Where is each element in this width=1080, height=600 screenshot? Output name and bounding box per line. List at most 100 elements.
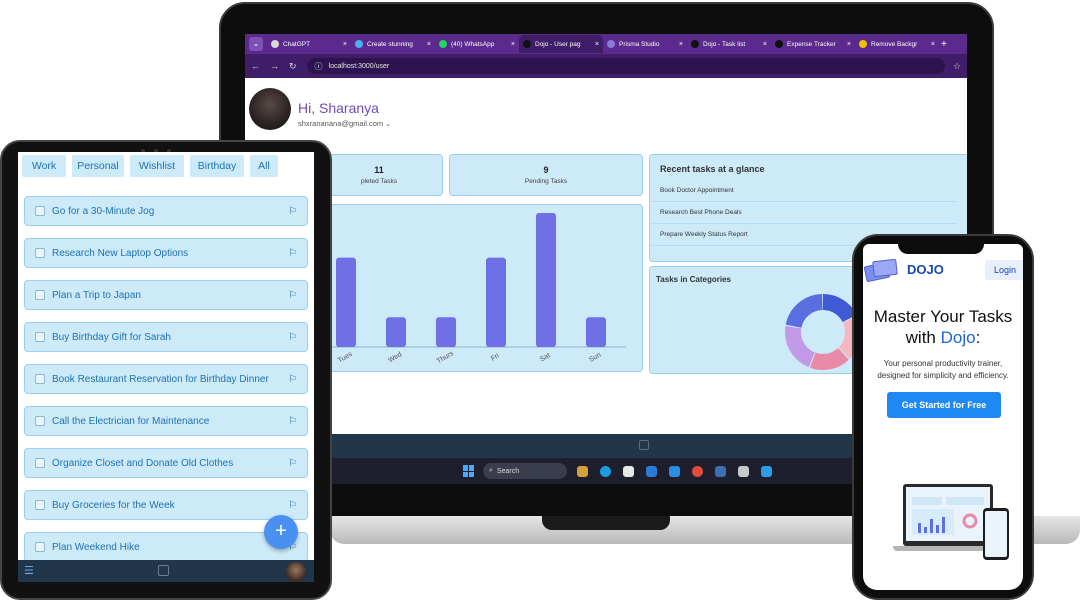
flag-icon[interactable]: ⚐ bbox=[288, 500, 297, 511]
flag-icon[interactable]: ⚐ bbox=[288, 332, 297, 343]
x-tick-label: Sat bbox=[539, 352, 552, 363]
chip-personal[interactable]: Personal bbox=[72, 155, 124, 177]
postgres-icon[interactable] bbox=[715, 465, 726, 477]
store-icon[interactable] bbox=[623, 465, 634, 477]
task-row[interactable]: Research New Laptop Options ⚐ bbox=[24, 238, 308, 268]
chart-bar bbox=[436, 317, 456, 347]
tab-close-icon[interactable]: × bbox=[847, 41, 851, 48]
profile-avatar[interactable] bbox=[249, 88, 291, 130]
vscode-icon[interactable] bbox=[669, 465, 680, 477]
user-email[interactable]: shxrananana@gmail.com ⌄ bbox=[298, 119, 391, 128]
task-checkbox[interactable] bbox=[35, 332, 45, 342]
tab-search-menu-icon[interactable]: ⌄ bbox=[249, 37, 263, 51]
flag-icon[interactable]: ⚐ bbox=[288, 290, 297, 301]
chart-bar bbox=[586, 317, 606, 347]
tab-label: Dojo - User pag bbox=[535, 40, 581, 48]
browser-tab[interactable]: Remove Backgr × bbox=[855, 35, 939, 53]
tab-close-icon[interactable]: × bbox=[343, 41, 347, 48]
weekly-chart-card: Tues Wed Thurs Fri Sat Sun bbox=[315, 204, 643, 372]
completed-count: 11 bbox=[374, 165, 384, 175]
task-checkbox[interactable] bbox=[35, 416, 45, 426]
tab-close-icon[interactable]: × bbox=[511, 41, 515, 48]
tab-close-icon[interactable]: × bbox=[595, 41, 599, 48]
edit-icon[interactable] bbox=[158, 565, 169, 576]
recent-task-item[interactable]: Research Best Phone Deals bbox=[650, 202, 956, 224]
tab-close-icon[interactable]: × bbox=[931, 41, 935, 48]
browser-tab[interactable]: Create stunning × bbox=[351, 35, 435, 53]
chart-bar bbox=[336, 257, 356, 347]
task-row[interactable]: Buy Birthday Gift for Sarah ⚐ bbox=[24, 322, 308, 352]
site-info-icon[interactable]: ⓘ bbox=[315, 61, 323, 72]
chip-all[interactable]: All bbox=[250, 155, 278, 177]
task-row[interactable]: Go for a 30-Minute Jog ⚐ bbox=[24, 196, 308, 226]
flag-icon[interactable]: ⚐ bbox=[288, 374, 297, 385]
tab-close-icon[interactable]: × bbox=[763, 41, 767, 48]
document-icon[interactable] bbox=[738, 465, 749, 477]
task-checkbox[interactable] bbox=[35, 290, 45, 300]
flag-icon[interactable]: ⚐ bbox=[288, 248, 297, 259]
url-field[interactable]: ⓘ localhost:3000/user bbox=[306, 58, 945, 74]
reload-icon[interactable]: ↻ bbox=[289, 61, 297, 72]
headline-brand: Dojo bbox=[940, 328, 976, 347]
task-checkbox[interactable] bbox=[35, 500, 45, 510]
taskbar-search[interactable]: ⌕ Search bbox=[483, 463, 567, 479]
tab-close-icon[interactable]: × bbox=[679, 41, 683, 48]
tab-label: (40) WhatsApp bbox=[451, 40, 495, 48]
edit-icon[interactable] bbox=[639, 440, 649, 450]
browser-tab[interactable]: (40) WhatsApp × bbox=[435, 35, 519, 53]
get-started-button[interactable]: Get Started for Free bbox=[887, 392, 1001, 418]
browser-tab[interactable]: Expense Tracker × bbox=[771, 35, 855, 53]
avatar[interactable] bbox=[286, 562, 306, 582]
tablet-bottom-nav: ☰ bbox=[18, 560, 314, 582]
task-row[interactable]: Organize Closet and Donate Old Clothes ⚐ bbox=[24, 448, 308, 478]
edge-browser-icon[interactable] bbox=[600, 465, 611, 477]
tab-favicon-icon bbox=[271, 40, 279, 48]
tab-close-icon[interactable]: × bbox=[427, 41, 431, 48]
chip-wishlist[interactable]: Wishlist bbox=[130, 155, 184, 177]
list-icon[interactable]: ☰ bbox=[24, 564, 34, 577]
task-row[interactable]: Book Restaurant Reservation for Birthday… bbox=[24, 364, 308, 394]
completed-label: pleted Tasks bbox=[360, 178, 397, 185]
recent-task-item[interactable]: Book Doctor Appointment bbox=[650, 180, 956, 202]
flag-icon[interactable]: ⚐ bbox=[288, 416, 297, 427]
tab-favicon-icon bbox=[523, 40, 531, 48]
tab-label: Expense Tracker bbox=[787, 40, 836, 48]
hero-subtitle: Your personal productivity trainer, desi… bbox=[863, 358, 1023, 382]
new-tab-button[interactable]: + bbox=[941, 39, 947, 50]
bookmark-star-icon[interactable]: ☆ bbox=[953, 61, 961, 72]
browser-tab[interactable]: Dojo - User pag × bbox=[519, 35, 603, 53]
url-text: localhost:3000/user bbox=[328, 62, 390, 70]
mail-icon[interactable] bbox=[646, 465, 657, 477]
browser-tab-bar: ⌄ ChatGPT × Create stunning × (40) WhatsApp ×… bbox=[245, 34, 967, 54]
recent-tasks-title: Recent tasks at a glance bbox=[660, 164, 765, 174]
task-checkbox[interactable] bbox=[35, 206, 45, 216]
task-checkbox[interactable] bbox=[35, 458, 45, 468]
add-task-button[interactable]: + bbox=[264, 515, 298, 549]
browser-tab[interactable]: Prisma Studio × bbox=[603, 35, 687, 53]
task-title: Organize Closet and Donate Old Clothes bbox=[52, 457, 234, 469]
flag-icon[interactable]: ⚐ bbox=[288, 206, 297, 217]
x-tick-label: Thurs bbox=[436, 350, 455, 365]
task-checkbox[interactable] bbox=[35, 374, 45, 384]
greeting-heading: Hi, Sharanya bbox=[298, 100, 379, 116]
back-arrow-icon[interactable]: ← bbox=[251, 61, 260, 71]
chip-work[interactable]: Work bbox=[22, 155, 66, 177]
login-button[interactable]: Login bbox=[985, 260, 1023, 280]
browser-tab[interactable]: ChatGPT × bbox=[267, 35, 351, 53]
windows-start-icon[interactable] bbox=[463, 465, 475, 477]
app-icon[interactable] bbox=[761, 465, 772, 477]
pending-tasks-card: 9 Pending Tasks bbox=[449, 154, 643, 196]
task-row[interactable]: Buy Groceries for the Week ⚐ bbox=[24, 490, 308, 520]
browser-tab[interactable]: Dojo - Task list × bbox=[687, 35, 771, 53]
chrome-icon[interactable] bbox=[692, 465, 703, 477]
task-checkbox[interactable] bbox=[35, 542, 45, 552]
mockup-laptop-screen bbox=[906, 487, 990, 541]
file-explorer-icon[interactable] bbox=[577, 465, 588, 477]
task-row[interactable]: Call the Electrician for Maintenance ⚐ bbox=[24, 406, 308, 436]
flag-icon[interactable]: ⚐ bbox=[288, 458, 297, 469]
forward-arrow-icon[interactable]: → bbox=[270, 61, 279, 71]
phone-notch bbox=[898, 240, 984, 254]
chip-birthday[interactable]: Birthday bbox=[190, 155, 244, 177]
task-row[interactable]: Plan a Trip to Japan ⚐ bbox=[24, 280, 308, 310]
task-checkbox[interactable] bbox=[35, 248, 45, 258]
